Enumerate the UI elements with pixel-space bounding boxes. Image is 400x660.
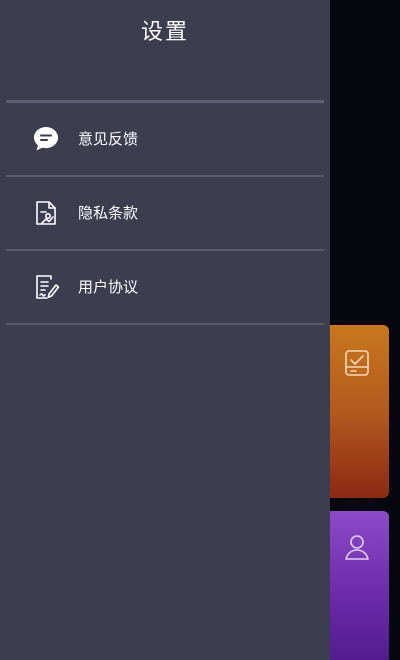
page-title: 设置 (140, 20, 189, 45)
document-edit-icon (36, 275, 60, 299)
settings-screen: 设置 意见反馈 隐私条款 用户协议 (0, 0, 400, 660)
user-icon (345, 535, 369, 560)
chat-bubble-icon (34, 127, 58, 151)
menu-item-privacy[interactable]: 隐私条款 (6, 177, 324, 251)
menu-item-label: 意见反馈 (78, 130, 139, 148)
document-image-icon (36, 201, 56, 225)
menu-item-user-agreement[interactable]: 用户协议 (6, 251, 324, 325)
settings-menu: 意见反馈 隐私条款 用户协议 (6, 103, 324, 325)
menu-item-label: 用户协议 (78, 278, 139, 296)
menu-item-feedback[interactable]: 意见反馈 (6, 103, 324, 177)
menu-item-label: 隐私条款 (78, 204, 139, 222)
settings-drawer: 设置 意见反馈 隐私条款 用户协议 (0, 0, 330, 660)
clipboard-check-icon (345, 350, 369, 376)
